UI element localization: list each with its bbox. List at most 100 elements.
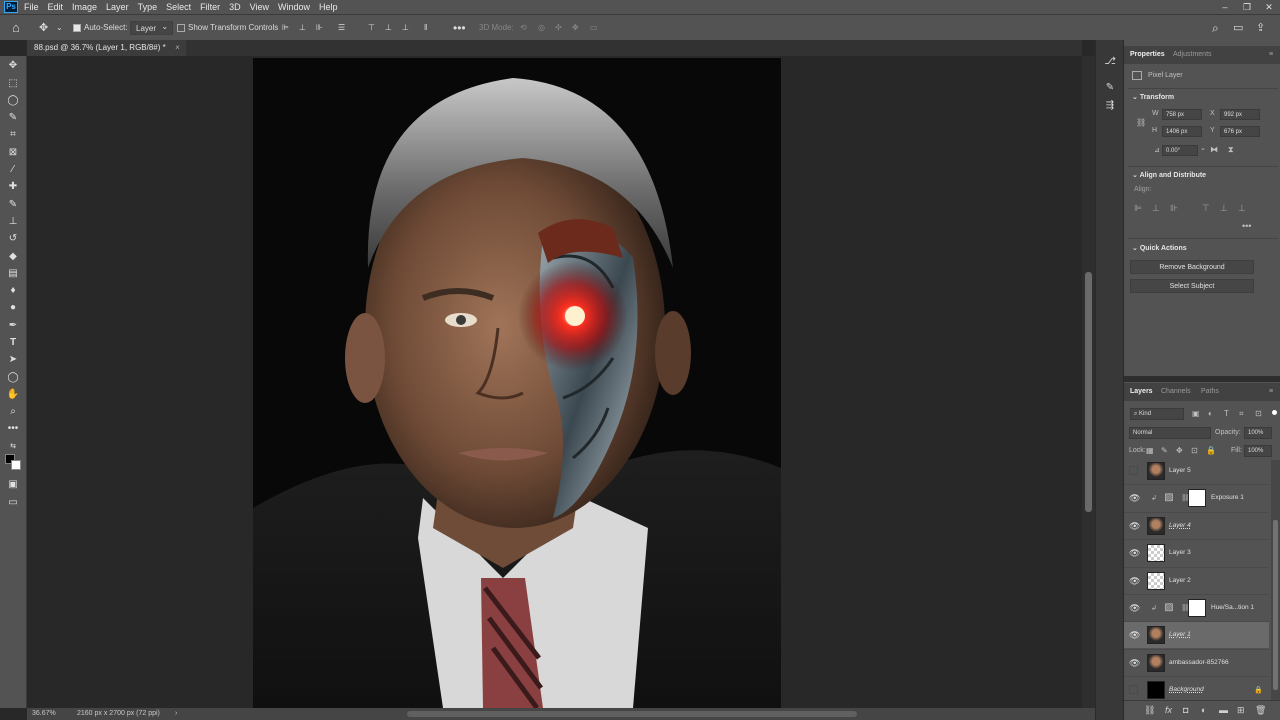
workspace-icon[interactable]: ▭: [1233, 15, 1243, 41]
lock-all-icon[interactable]: 🔒: [1206, 446, 1216, 455]
blend-mode-dropdown[interactable]: Normal: [1129, 427, 1211, 439]
layer-name[interactable]: Layer 5: [1169, 467, 1191, 474]
align-top-icon[interactable]: ⊤: [1202, 203, 1210, 214]
lock-position-icon[interactable]: ✥: [1176, 446, 1183, 455]
background-color-swatch[interactable]: [11, 460, 21, 470]
vertical-scrollbar[interactable]: [1082, 56, 1095, 708]
clone-stamp-tool-icon[interactable]: ⊥: [5, 215, 21, 229]
layer-row[interactable]: 👁 Layer 1: [1124, 621, 1269, 649]
layer-row[interactable]: 👁 Layer 2: [1124, 566, 1269, 594]
more-options-button[interactable]: •••: [453, 15, 466, 41]
crop-tool-icon[interactable]: ⌗: [5, 128, 21, 142]
ellipse-tool-icon[interactable]: ◯: [5, 371, 21, 385]
align-middle-icon[interactable]: ⊥: [1220, 203, 1228, 214]
tab-channels[interactable]: Channels: [1161, 388, 1191, 395]
menu-image[interactable]: Image: [72, 2, 97, 12]
layer-effects-icon[interactable]: fx: [1165, 705, 1172, 715]
lasso-tool-icon[interactable]: ◯: [5, 94, 21, 108]
lock-image-icon[interactable]: ✎: [1161, 446, 1168, 455]
new-adjustment-layer-icon[interactable]: ◐: [1201, 705, 1206, 715]
layer-thumbnail[interactable]: [1147, 462, 1165, 480]
layer-row[interactable]: 👁 Layer 3: [1124, 539, 1269, 566]
pan-3d-icon[interactable]: ✣: [555, 15, 562, 41]
slide-3d-icon[interactable]: ✥: [572, 15, 579, 41]
align-bottom-edges-icon[interactable]: ⊥: [402, 15, 409, 41]
menu-window[interactable]: Window: [278, 2, 310, 12]
layer-name[interactable]: Background: [1169, 686, 1204, 693]
tab-adjustments[interactable]: Adjustments: [1173, 51, 1212, 58]
align-center-icon[interactable]: ⊥: [1152, 203, 1160, 214]
align-top-edges-icon[interactable]: ⊤: [368, 15, 375, 41]
scale-3d-icon[interactable]: ▭: [590, 15, 598, 41]
visibility-eye-icon[interactable]: 👁: [1129, 658, 1140, 668]
quick-mask-icon[interactable]: ▣: [5, 478, 21, 492]
zoom-tool-icon[interactable]: ⌕: [5, 405, 21, 419]
tab-properties[interactable]: Properties: [1130, 51, 1165, 58]
more-align-options-button[interactable]: •••: [1242, 221, 1251, 231]
healing-brush-tool-icon[interactable]: ✚: [5, 180, 21, 194]
layer-thumbnail[interactable]: [1147, 571, 1165, 590]
filter-type-icon[interactable]: T: [1224, 409, 1229, 418]
menu-help[interactable]: Help: [319, 2, 338, 12]
lock-transparent-icon[interactable]: ▦: [1146, 446, 1154, 455]
lock-artboard-icon[interactable]: ⊡: [1191, 446, 1198, 455]
opacity-field[interactable]: 100%: [1244, 427, 1272, 439]
tab-layers[interactable]: Layers: [1130, 388, 1153, 395]
panel-divider[interactable]: [1124, 376, 1280, 382]
layer-mask-thumbnail[interactable]: [1188, 599, 1206, 617]
align-section-title[interactable]: ⌄ Align and Distribute: [1132, 171, 1206, 179]
auto-select-checkbox[interactable]: Auto-Select:: [73, 15, 128, 41]
minimize-button[interactable]: –: [1214, 0, 1236, 14]
layer-row[interactable]: 👁 ↲ ▨ ⛓ Exposure 1: [1124, 484, 1269, 511]
history-panel-icon[interactable]: ⎇: [1102, 54, 1118, 70]
restore-button[interactable]: ❐: [1236, 0, 1258, 14]
zoom-level[interactable]: 36.67%: [32, 708, 56, 720]
eyedropper-tool-icon[interactable]: ⁄: [5, 163, 21, 177]
layer-row[interactable]: 👁 ambassador-852766: [1124, 648, 1269, 676]
path-selection-tool-icon[interactable]: ➤: [5, 353, 21, 367]
visibility-hidden-icon[interactable]: [1129, 685, 1138, 695]
close-window-button[interactable]: ✕: [1258, 0, 1280, 14]
flip-vertical-icon[interactable]: ⧗: [1228, 145, 1234, 155]
flip-horizontal-icon[interactable]: ⧓: [1210, 145, 1218, 154]
visibility-eye-icon[interactable]: 👁: [1129, 603, 1140, 613]
swap-colors-icon[interactable]: ⇆: [5, 440, 21, 454]
width-field[interactable]: 758 px: [1162, 109, 1202, 120]
adjustments-panel-icon[interactable]: ⇶: [1102, 98, 1118, 114]
align-left-edges-icon[interactable]: ⊫: [282, 15, 289, 41]
pen-tool-icon[interactable]: ✒: [5, 319, 21, 333]
layer-kind-filter[interactable]: ⌕ Kind: [1130, 408, 1184, 420]
new-layer-icon[interactable]: ⊞: [1237, 705, 1245, 716]
quick-actions-title[interactable]: ⌄ Quick Actions: [1132, 244, 1187, 252]
tab-paths[interactable]: Paths: [1201, 388, 1219, 395]
quick-select-tool-icon[interactable]: ✎: [5, 111, 21, 125]
layer-thumbnail[interactable]: [1147, 626, 1165, 645]
layer-thumbnail[interactable]: [1147, 516, 1165, 535]
brush-tool-icon[interactable]: ✎: [5, 198, 21, 212]
canvas-area[interactable]: [27, 56, 1082, 708]
y-field[interactable]: 676 px: [1220, 126, 1260, 137]
layer-thumbnail[interactable]: [1147, 681, 1165, 700]
distribute-horizontal-icon[interactable]: ‖: [424, 15, 427, 41]
layer-name[interactable]: Hue/Sa...tion 1: [1211, 604, 1254, 611]
transform-section-title[interactable]: ⌄ Transform: [1132, 93, 1174, 101]
history-brush-tool-icon[interactable]: ↺: [5, 232, 21, 246]
show-transform-controls-checkbox[interactable]: Show Transform Controls: [177, 15, 278, 41]
menu-filter[interactable]: Filter: [200, 2, 220, 12]
dodge-tool-icon[interactable]: ●: [5, 301, 21, 315]
visibility-eye-icon[interactable]: 👁: [1129, 576, 1140, 586]
marquee-tool-icon[interactable]: ⬚: [5, 77, 21, 91]
menu-layer[interactable]: Layer: [106, 2, 129, 12]
align-right-icon[interactable]: ⊪: [1170, 203, 1178, 214]
x-field[interactable]: 992 px: [1220, 109, 1260, 120]
menu-3d[interactable]: 3D: [229, 2, 241, 12]
search-icon[interactable]: ⌕: [1212, 15, 1219, 41]
layer-row[interactable]: Layer 5: [1124, 460, 1269, 484]
link-dimensions-icon[interactable]: ⛓: [1136, 118, 1146, 127]
fill-field[interactable]: 100%: [1244, 445, 1272, 457]
hand-tool-icon[interactable]: ✋: [5, 388, 21, 402]
add-mask-icon[interactable]: ◘: [1183, 705, 1188, 715]
orbit-3d-icon[interactable]: ⟲: [520, 15, 527, 41]
visibility-eye-icon[interactable]: 👁: [1129, 548, 1140, 558]
close-tab-icon[interactable]: ×: [175, 40, 180, 56]
